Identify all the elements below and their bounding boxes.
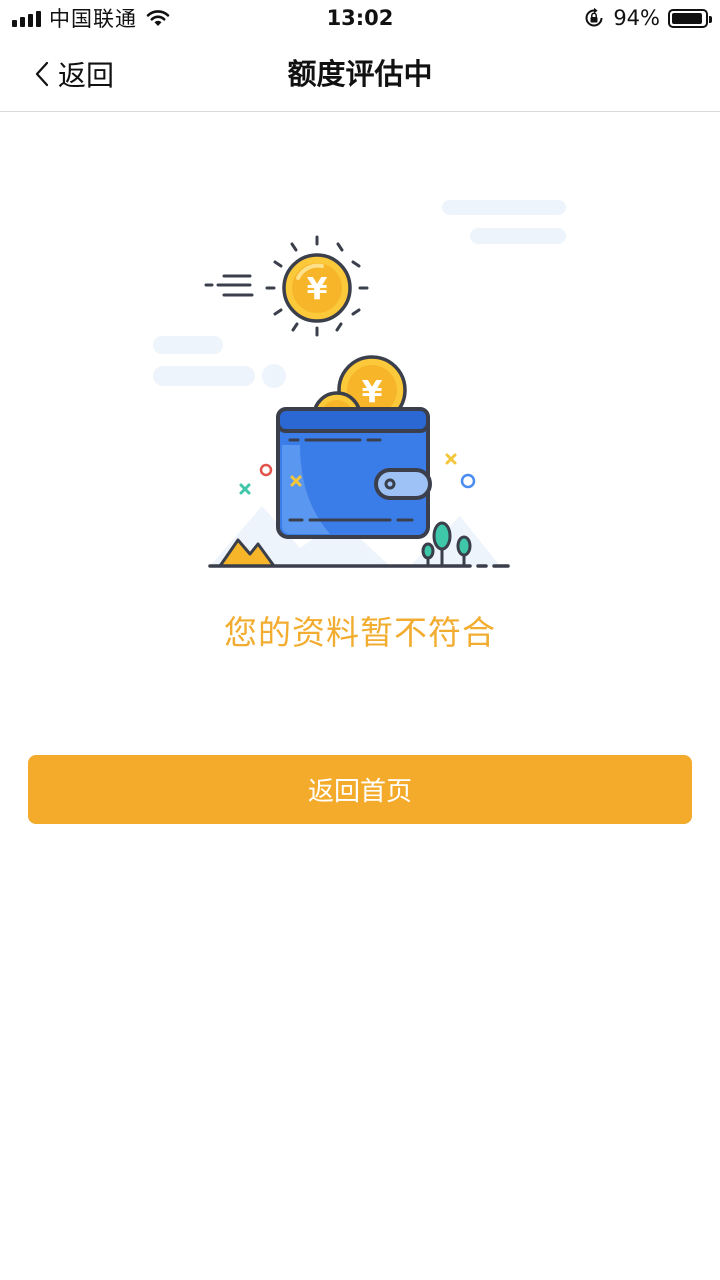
result-message: 您的资料暂不符合 (224, 613, 496, 652)
wallet-with-coins-illustration: ¥ ¥ ¥ (153, 200, 566, 568)
rotation-lock-icon (585, 7, 603, 27)
page-title: 额度评估中 (287, 57, 433, 91)
sparkle-circle-red (259, 463, 273, 477)
svg-text:¥: ¥ (307, 272, 328, 307)
svg-text:¥: ¥ (362, 375, 383, 410)
status-bar-right: 94% (583, 0, 712, 36)
sparkle-cross-teal (239, 483, 251, 495)
screen: 中国联通 13:02 94% 返回 额度评估中 ¥ ¥ 您的资料暂不符合 返回首… (0, 0, 720, 1280)
wallet-icon (276, 407, 432, 539)
battery-level (672, 12, 703, 24)
status-bar: 中国联通 13:02 94% (0, 0, 720, 36)
nav-bar: 返回 额度评估中 (0, 36, 720, 112)
battery-percent: 94% (613, 6, 660, 30)
battery-icon (668, 8, 712, 28)
sparkle-circle-blue (460, 473, 476, 489)
sun-coin-icon: ¥ (282, 253, 352, 323)
home-button[interactable]: 返回首页 (28, 755, 692, 824)
